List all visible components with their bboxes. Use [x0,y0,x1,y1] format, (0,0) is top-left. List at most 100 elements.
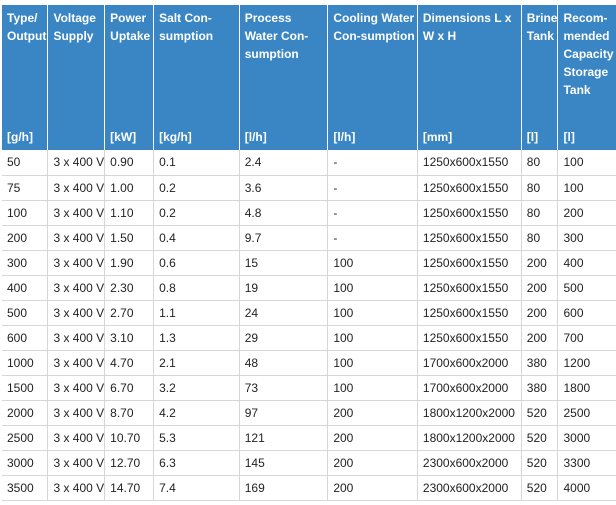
table-cell: 121 [239,425,329,451]
table-row: 2500 3 x 400 V 10.70 5.3 121 200 1800x1200x200… [2,425,616,451]
table-cell: 1250x600x1550 [417,300,522,326]
table-cell: 3 x 400 V [47,300,106,326]
table-cell: 400 [2,275,49,301]
table-cell: - [327,200,418,226]
table-cell: 97 [239,400,329,426]
table-cell: 80 [521,175,559,201]
table-cell: 1800x1200x2000 [417,425,522,451]
table-cell: 50 [2,150,49,176]
table-cell: 1000 [2,350,49,376]
table-cell: 4.2 [153,400,240,426]
column-header-name: Power Uptake [110,11,151,43]
column-header-unit: [l] [526,130,539,144]
table-cell: 1800x1200x2000 [417,400,522,426]
table-cell: 100 [327,250,418,276]
table-cell: 200 [521,275,559,301]
table-cell: 200 [557,200,616,226]
column-header: Type/ Output [g/h] [2,5,49,150]
table-row: 400 3 x 400 V 2.30 0.8 19 100 1250x600x1550 200… [2,275,616,301]
table-cell: 100 [327,275,418,301]
table-cell: 100 [327,325,418,351]
table-cell: 1.00 [104,175,155,201]
table-cell: 2500 [557,400,616,426]
table-cell: 100 [557,150,616,176]
table-cell: 2300x600x2000 [417,475,522,501]
table-cell: 0.8 [153,275,240,301]
table-row: 75 3 x 400 V 1.00 0.2 3.6-1250x600x1550 80 100 [2,175,616,201]
table-row: 600 3 x 400 V 3.10 1.3 29 100 1250x600x1550 200… [2,325,616,351]
table-cell: 380 [521,375,559,401]
column-header: Voltage Supply [47,5,106,150]
table-cell: 3 x 400 V [47,400,106,426]
table-cell: 3 x 400 V [47,475,106,501]
table-cell: 100 [2,200,49,226]
column-header-name: Type/ Output [7,11,47,43]
table-cell: 520 [521,450,559,476]
table-row: 1500 3 x 400 V 6.70 3.2 73 100 1700x600x2000 38… [2,375,616,401]
table-cell: 4000 [557,475,616,501]
table-cell: 3 x 400 V [47,375,106,401]
table-cell: 100 [327,300,418,326]
table-row: 3000 3 x 400 V 12.70 6.3 145 200 2300x600x2000… [2,450,616,476]
table-cell: 3 x 400 V [47,325,106,351]
table-cell: 200 [521,250,559,276]
table-cell: 0.90 [104,150,155,176]
table-cell: 100 [557,175,616,201]
column-header: Recom-mended Capacity Storage Tank [l] [557,5,616,150]
table-cell: 0.2 [153,200,240,226]
column-header-name: Brine Tank [526,11,558,43]
table-cell: 1250x600x1550 [417,250,522,276]
table-cell: 100 [327,350,418,376]
column-header-unit: [l/h] [333,130,356,144]
table-cell: 200 [327,475,418,501]
table-cell: 1.90 [104,250,155,276]
table-cell: 3 x 400 V [47,175,106,201]
table-cell: 3.6 [239,175,329,201]
column-header-name: Recom-mended Capacity Storage Tank [563,11,614,97]
column-header-unit: [l/h] [244,130,267,144]
table-cell: 1.1 [153,300,240,326]
column-header-unit: [l] [563,130,575,144]
table-cell: 200 [521,325,559,351]
table-row: 500 3 x 400 V 2.70 1.1 24 100 1250x600x1550 200… [2,300,616,326]
table-cell: 520 [521,425,559,451]
table-cell: 1800 [557,375,616,401]
table-cell: 0.6 [153,250,240,276]
table-body: 50 3 x 400 V 0.90 0.1 2.4-1250x600x1550 80 100… [2,150,616,501]
table-cell: 4.8 [239,200,329,226]
column-header: Process Water Con-sumption [l/h] [239,5,329,150]
table-cell: 7.4 [153,475,240,501]
table-cell: 1200 [557,350,616,376]
table-cell: 5.3 [153,425,240,451]
table-cell: 3 x 400 V [47,200,106,226]
table-cell: 600 [557,300,616,326]
table-cell: 169 [239,475,329,501]
table-cell: 380 [521,350,559,376]
column-header-unit: [kg/h] [159,130,192,144]
column-header-unit: [mm] [422,130,453,144]
table-cell: 3300 [557,450,616,476]
table-row: 200 3 x 400 V 1.50 0.4 9.7-1250x600x1550 80 30… [2,225,616,251]
table-cell: 6.70 [104,375,155,401]
table-cell: 2300x600x2000 [417,450,522,476]
table-cell: 1250x600x1550 [417,225,522,251]
table-cell: 75 [2,175,49,201]
table-cell: 73 [239,375,329,401]
table-cell: 3 x 400 V [47,275,106,301]
table-cell: 3.2 [153,375,240,401]
table-cell: 1.50 [104,225,155,251]
table-cell: 2.70 [104,300,155,326]
table-cell: 520 [521,400,559,426]
table-cell: 200 [327,425,418,451]
specifications-table: Type/ Output [g/h] Voltage Supply Power Upt… [2,5,616,501]
table-cell: 48 [239,350,329,376]
column-header: Cooling Water Con-sumption [l/h] [327,5,418,150]
table-cell: 0.4 [153,225,240,251]
table-cell: 80 [521,200,559,226]
table-cell: 19 [239,275,329,301]
column-header-name: Salt Con-sumption [159,11,214,43]
table-cell: 1250x600x1550 [417,200,522,226]
column-header-unit: [g/h] [7,130,33,144]
header-row: Type/ Output [g/h] Voltage Supply Power Upt… [2,5,616,150]
table-cell: 3.10 [104,325,155,351]
